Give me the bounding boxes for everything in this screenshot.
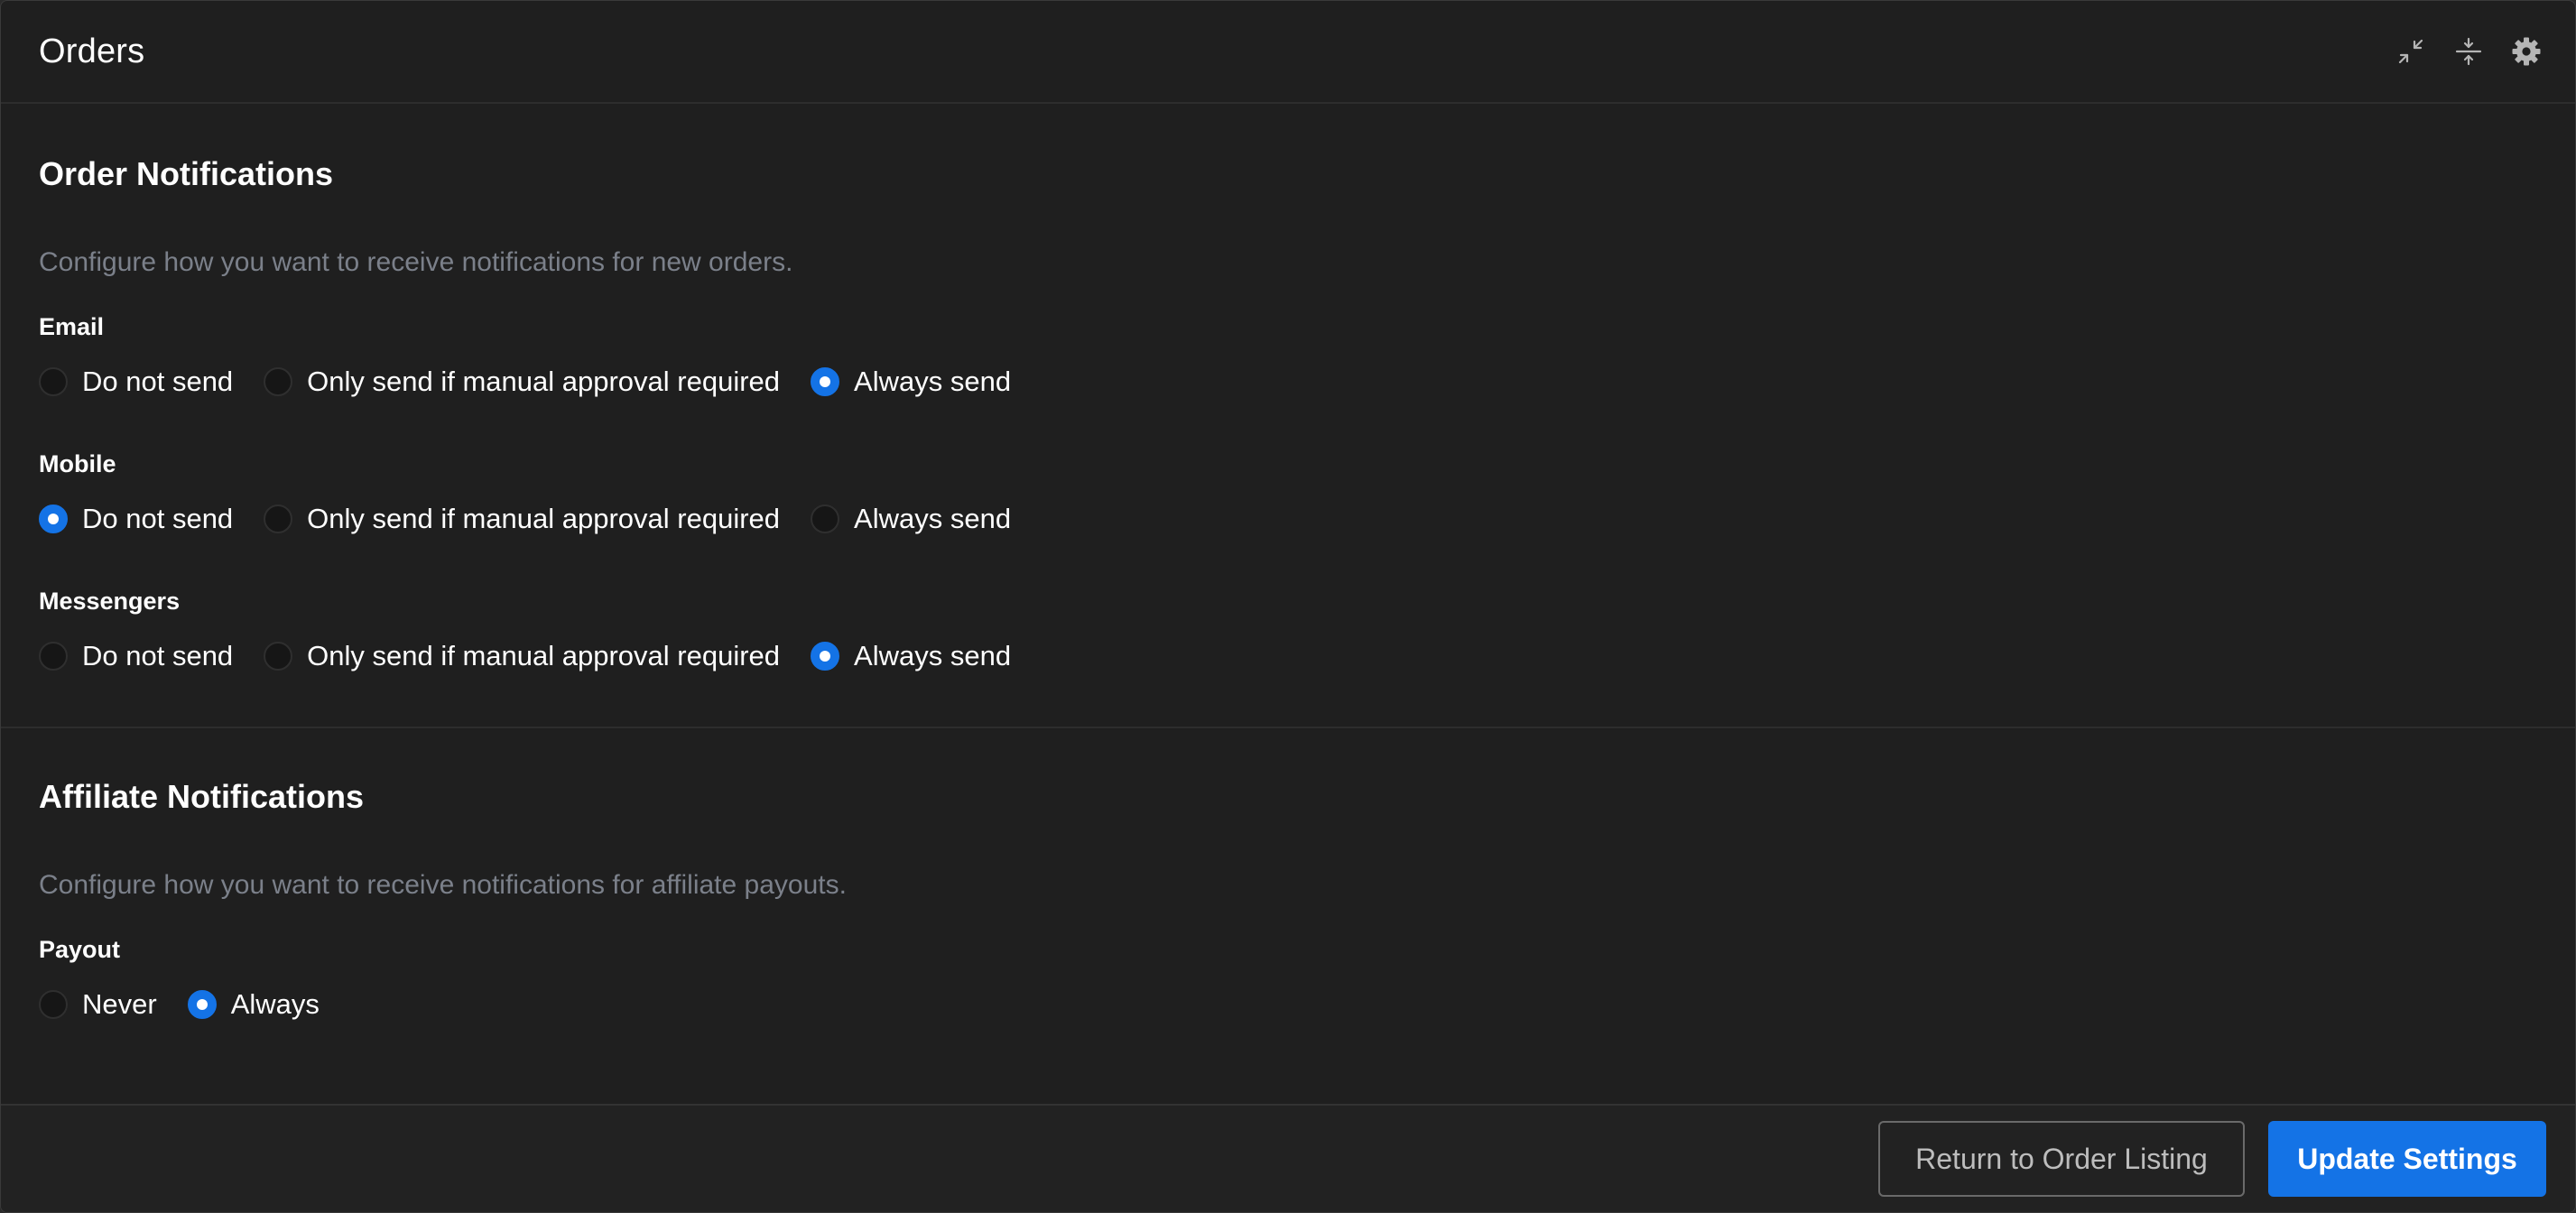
email-label: Email — [39, 313, 105, 340]
option-label: Only send if manual approval required — [307, 640, 781, 671]
collapse-arrows-icon[interactable] — [2395, 35, 2427, 68]
messengers-options: Do not send Only send if manual approval… — [39, 638, 2537, 674]
order-notifications-title: Order Notifications — [39, 155, 334, 192]
page-title: Orders — [39, 32, 145, 70]
order-notifications-description: Configure how you want to receive notifi… — [39, 247, 793, 277]
email-option-do-not-send[interactable]: Do not send — [39, 364, 233, 400]
radio-button-selected[interactable] — [39, 505, 68, 533]
affiliate-notifications-title: Affiliate Notifications — [39, 778, 365, 815]
gear-icon[interactable] — [2510, 35, 2543, 68]
orders-settings-panel: Orders Order Notifications Configure how… — [0, 0, 2576, 1213]
radio-button-selected[interactable] — [187, 990, 217, 1019]
payout-label: Payout — [39, 936, 121, 963]
return-to-order-listing-button[interactable]: Return to Order Listing — [1878, 1121, 2245, 1197]
email-option-manual-approval[interactable]: Only send if manual approval required — [264, 364, 780, 400]
option-label: Always send — [854, 366, 1012, 397]
radio-button[interactable] — [264, 642, 293, 671]
option-label: Do not send — [82, 503, 234, 534]
email-options: Do not send Only send if manual approval… — [39, 364, 2537, 400]
collapse-vertical-icon[interactable] — [2452, 35, 2485, 68]
mobile-option-do-not-send[interactable]: Do not send — [39, 501, 233, 537]
mobile-label: Mobile — [39, 450, 116, 477]
option-label: Do not send — [82, 366, 234, 397]
option-label: Never — [82, 988, 157, 1020]
radio-button-selected[interactable] — [811, 642, 840, 671]
mobile-option-always-send[interactable]: Always send — [811, 501, 1011, 537]
mobile-group: Mobile Do not send Only send if manual a… — [39, 449, 2537, 537]
payout-option-always[interactable]: Always — [187, 986, 320, 1023]
radio-button[interactable] — [39, 642, 68, 671]
messengers-label: Messengers — [39, 588, 181, 615]
payout-option-never[interactable]: Never — [39, 986, 157, 1023]
email-group: Email Do not send Only send if manual ap… — [39, 311, 2537, 400]
option-label: Only send if manual approval required — [307, 503, 781, 534]
messengers-group: Messengers Do not send Only send if manu… — [39, 586, 2537, 674]
panel-header: Orders — [1, 1, 2575, 104]
affiliate-notifications-section: Affiliate Notifications Configure how yo… — [1, 728, 2575, 1023]
mobile-options: Do not send Only send if manual approval… — [39, 501, 2537, 537]
radio-button[interactable] — [264, 505, 293, 533]
messengers-option-manual-approval[interactable]: Only send if manual approval required — [264, 638, 780, 674]
radio-button[interactable] — [39, 990, 68, 1019]
affiliate-notifications-description: Configure how you want to receive notifi… — [39, 870, 847, 900]
panel-footer: Return to Order Listing Update Settings — [1, 1104, 2575, 1212]
radio-button[interactable] — [811, 505, 840, 533]
order-notifications-section: Order Notifications Configure how you wa… — [1, 104, 2575, 727]
option-label: Always send — [854, 503, 1012, 534]
option-label: Do not send — [82, 640, 234, 671]
payout-options: Never Always — [39, 986, 2537, 1023]
messengers-option-do-not-send[interactable]: Do not send — [39, 638, 233, 674]
mobile-option-manual-approval[interactable]: Only send if manual approval required — [264, 501, 780, 537]
radio-button[interactable] — [39, 367, 68, 396]
payout-group: Payout Never Always — [39, 934, 2537, 1023]
messengers-option-always-send[interactable]: Always send — [811, 638, 1011, 674]
email-option-always-send[interactable]: Always send — [811, 364, 1011, 400]
update-settings-button[interactable]: Update Settings — [2268, 1121, 2546, 1197]
option-label: Always — [230, 988, 320, 1020]
radio-button[interactable] — [264, 367, 293, 396]
option-label: Only send if manual approval required — [307, 366, 781, 397]
header-toolbar — [2395, 35, 2543, 68]
radio-button-selected[interactable] — [811, 367, 840, 396]
option-label: Always send — [854, 640, 1012, 671]
